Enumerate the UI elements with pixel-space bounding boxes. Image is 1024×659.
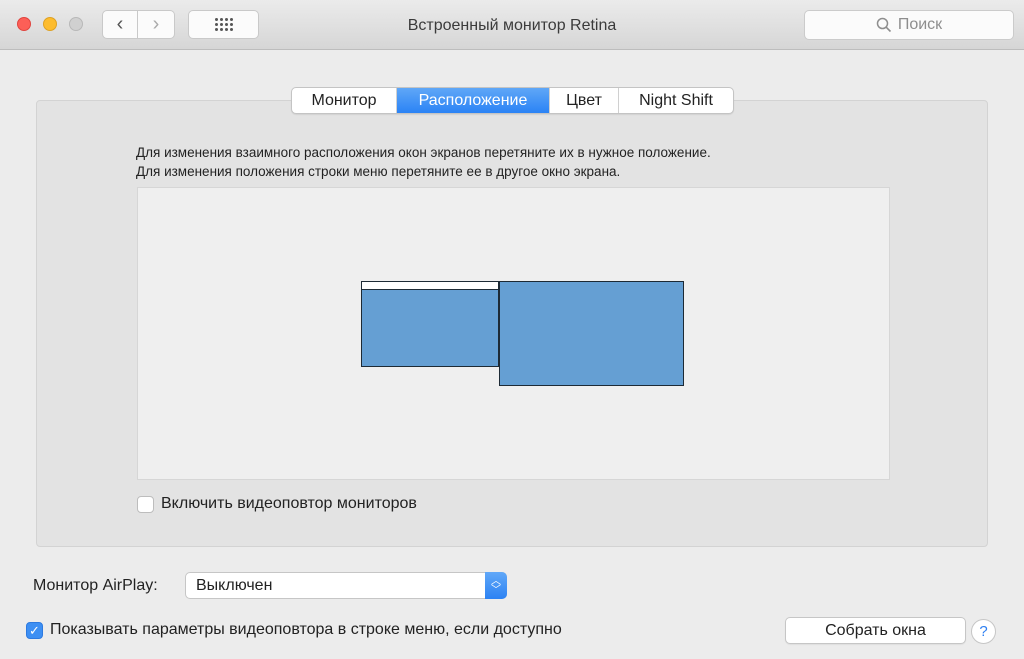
- tab-night-shift[interactable]: Night Shift: [619, 88, 733, 113]
- forward-button[interactable]: ›: [138, 10, 175, 39]
- close-window-button[interactable]: [17, 17, 31, 31]
- airplay-select[interactable]: Выключен ︿ ﹀: [185, 572, 507, 599]
- menu-bar-handle[interactable]: [362, 282, 498, 290]
- tab-arrangement[interactable]: Расположение: [397, 88, 550, 113]
- display-arrangement-area: [137, 187, 890, 480]
- title-bar: ‹ › Встроенный монитор Retina Поиск: [0, 0, 1024, 50]
- display-external[interactable]: [499, 281, 684, 386]
- display-builtin[interactable]: [361, 281, 499, 367]
- zoom-window-button[interactable]: [69, 17, 83, 31]
- help-button[interactable]: ?: [971, 619, 996, 644]
- airplay-selected-value: Выключен: [196, 577, 273, 594]
- search-placeholder: Поиск: [897, 16, 943, 33]
- grid-icon: [214, 18, 233, 31]
- tab-bar: Монитор Расположение Цвет Night Shift: [291, 87, 734, 114]
- mirror-displays-checkbox[interactable]: [137, 496, 154, 513]
- updown-chevron-icon: ︿ ﹀: [485, 572, 507, 599]
- help-icon: ?: [979, 623, 988, 640]
- checkmark-icon: ✓: [29, 623, 40, 638]
- back-button[interactable]: ‹: [102, 10, 138, 39]
- gather-windows-button[interactable]: Собрать окна: [785, 617, 966, 644]
- airplay-label: Монитор AirPlay:: [33, 577, 158, 594]
- chevron-left-icon: ‹: [116, 13, 124, 35]
- tab-color[interactable]: Цвет: [550, 88, 619, 113]
- arrangement-instructions: Для изменения взаимного расположения око…: [136, 143, 711, 181]
- show-all-button[interactable]: [188, 10, 259, 39]
- search-icon: [876, 17, 891, 33]
- instruction-line-2: Для изменения положения строки меню пере…: [136, 164, 621, 179]
- show-mirroring-checkbox[interactable]: ✓: [26, 622, 43, 639]
- minimize-window-button[interactable]: [43, 17, 57, 31]
- mirror-displays-label: Включить видеоповтор мониторов: [161, 495, 417, 512]
- instruction-line-1: Для изменения взаимного расположения око…: [136, 145, 711, 160]
- tab-monitor[interactable]: Монитор: [292, 88, 397, 113]
- chevron-right-icon: ›: [152, 13, 160, 35]
- show-mirroring-label: Показывать параметры видеоповтора в стро…: [50, 621, 562, 638]
- search-field[interactable]: Поиск: [804, 10, 1014, 40]
